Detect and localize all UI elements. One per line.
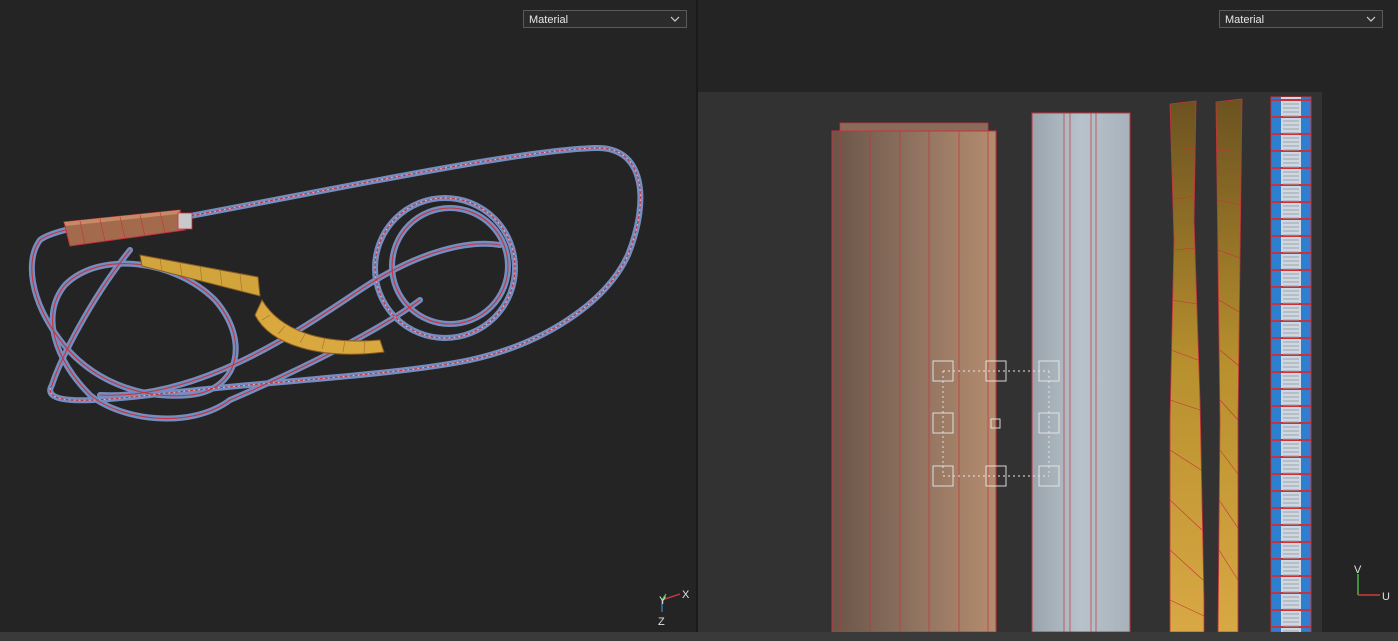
uv-island-metal	[1031, 112, 1131, 632]
axis-x-label: X	[682, 589, 690, 601]
uv-island-ribbon-right	[1215, 98, 1243, 632]
shading-mode-dropdown[interactable]: Material	[523, 10, 687, 28]
viewport-3d[interactable]: X Y Z Material	[0, 0, 696, 632]
axis-z-label: Z	[658, 616, 665, 628]
uv-shading-mode-value: Material	[1225, 14, 1265, 26]
uv-island-wood	[831, 122, 997, 632]
viewport-uv[interactable]: V U Material	[698, 0, 1398, 632]
chevron-down-icon	[670, 11, 680, 29]
scene-3d-canvas[interactable]: X Y Z	[0, 0, 696, 632]
status-strip	[0, 632, 1398, 641]
shading-mode-value: Material	[529, 14, 569, 26]
uv-editor-canvas[interactable]: V U	[698, 0, 1398, 632]
uv-axis-gizmo-icon: V U	[1354, 564, 1390, 603]
axis-v-label: V	[1354, 564, 1362, 576]
chevron-down-icon	[1366, 11, 1376, 29]
uv-island-tube	[1270, 96, 1312, 632]
axis-gizmo-icon: X Y Z	[658, 589, 690, 628]
axis-u-label: U	[1382, 591, 1390, 603]
wood-block-mesh	[63, 209, 193, 247]
axis-y-label: Y	[659, 595, 667, 607]
tube-curves	[28, 144, 644, 422]
uv-shading-mode-dropdown[interactable]: Material	[1219, 10, 1383, 28]
